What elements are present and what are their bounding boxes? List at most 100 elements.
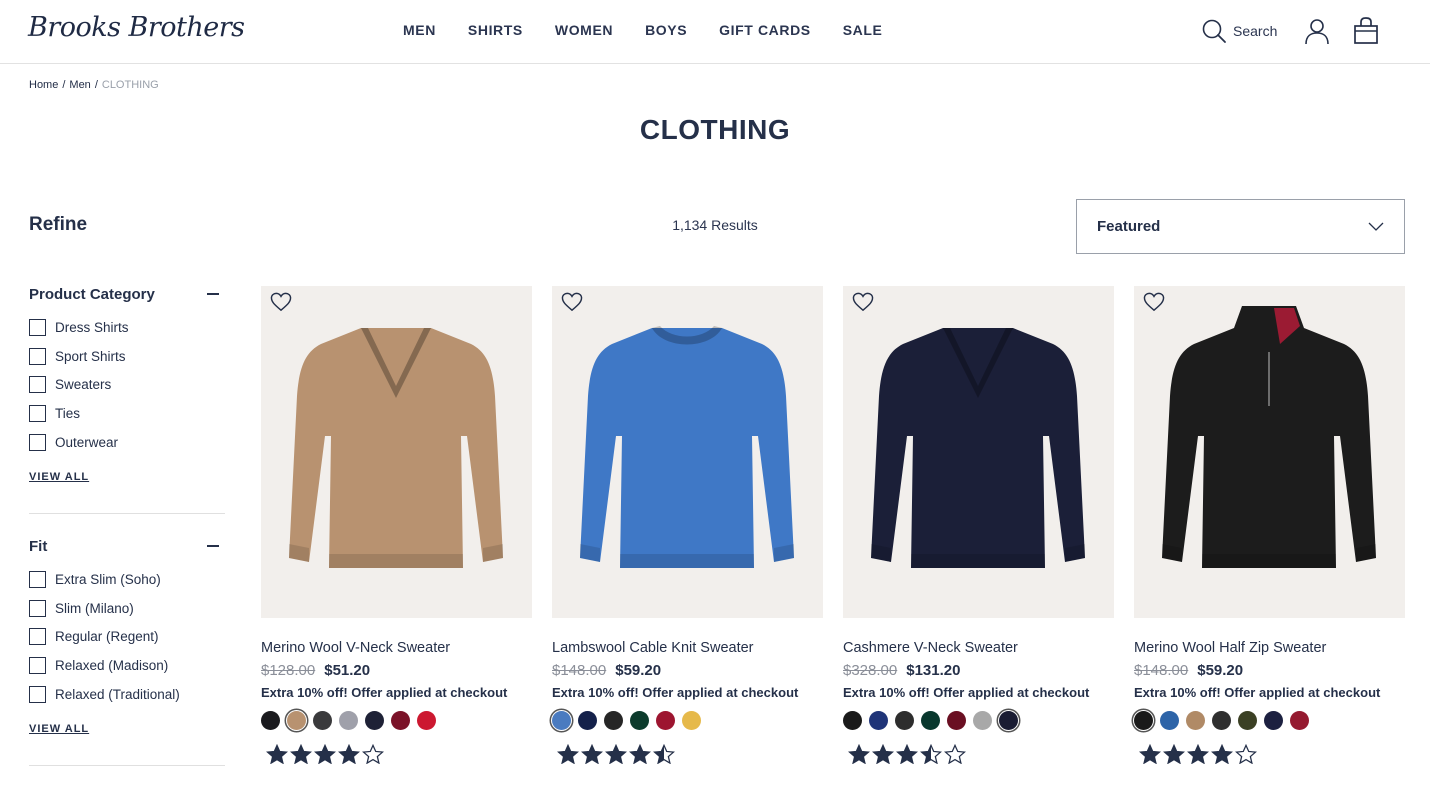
color-swatch[interactable] [578, 711, 597, 730]
filter-option-relaxed-madison[interactable]: Relaxed (Madison) [29, 651, 225, 680]
checkbox[interactable] [29, 657, 46, 675]
color-swatch[interactable] [1186, 711, 1205, 730]
color-swatch[interactable] [947, 711, 966, 730]
heart-icon [270, 292, 292, 312]
color-swatch[interactable] [656, 711, 675, 730]
filter-toggle-product-category[interactable]: Product Category [29, 285, 225, 303]
checkbox[interactable] [29, 570, 46, 588]
color-swatch[interactable] [1160, 711, 1179, 730]
product-image-container[interactable] [843, 286, 1114, 618]
sale-price: $59.20 [615, 662, 662, 679]
promo-text: Extra 10% off! Offer applied at checkout [1134, 685, 1381, 700]
product-image [871, 328, 1085, 568]
account-button[interactable] [1304, 18, 1330, 50]
color-swatch[interactable] [895, 711, 914, 730]
nav-sale[interactable]: SALE [843, 22, 883, 38]
filter-option-ties[interactable]: Ties [29, 399, 225, 428]
filter-option-relaxed-traditional[interactable]: Relaxed (Traditional) [29, 680, 225, 709]
color-swatches [843, 711, 1114, 730]
filter-option-label: Dress Shirts [55, 319, 129, 335]
breadcrumb-men[interactable]: Men [69, 79, 90, 91]
product-name[interactable]: Cashmere V-Neck Sweater [843, 640, 1114, 656]
breadcrumb-home[interactable]: Home [29, 79, 58, 91]
view-all-categories-link[interactable]: VIEW ALL [29, 471, 89, 483]
filter-option-label: Relaxed (Madison) [55, 658, 169, 674]
color-swatch[interactable] [552, 711, 571, 730]
color-swatch[interactable] [604, 711, 623, 730]
sale-price: $59.20 [1197, 662, 1244, 679]
nav-gift-cards[interactable]: GIFT CARDS [719, 22, 811, 38]
star-filled-icon [1163, 744, 1185, 764]
filter-option-label: Sport Shirts [55, 348, 126, 364]
wishlist-button[interactable] [561, 292, 583, 317]
shopping-bag-button[interactable] [1353, 17, 1379, 50]
color-swatch[interactable] [1264, 711, 1283, 730]
checkbox[interactable] [29, 628, 46, 646]
product-card[interactable]: Cashmere V-Neck Sweater $328.00 $131.20 Ext… [843, 286, 1114, 764]
color-swatch[interactable] [287, 711, 306, 730]
color-swatch[interactable] [339, 711, 358, 730]
nav-women[interactable]: WOMEN [555, 22, 613, 38]
checkbox[interactable] [29, 347, 46, 365]
filter-option-label: Sweaters [55, 377, 112, 393]
checkbox[interactable] [29, 434, 46, 452]
color-swatch[interactable] [1238, 711, 1257, 730]
color-swatch[interactable] [1290, 711, 1309, 730]
original-price: $148.00 [552, 662, 607, 679]
color-swatch[interactable] [1134, 711, 1153, 730]
color-swatch[interactable] [921, 711, 940, 730]
nav-shirts[interactable]: SHIRTS [468, 22, 523, 38]
checkbox[interactable] [29, 599, 46, 617]
color-swatch[interactable] [999, 711, 1018, 730]
color-swatch[interactable] [1212, 711, 1231, 730]
original-price: $328.00 [843, 662, 898, 679]
filter-toggle-fit[interactable]: Fit [29, 537, 225, 555]
product-card[interactable]: Lambswool Cable Knit Sweater $148.00 $59.2… [552, 286, 823, 764]
star-filled-icon [290, 744, 312, 764]
checkbox[interactable] [29, 318, 46, 336]
color-swatch[interactable] [365, 711, 384, 730]
color-swatch[interactable] [313, 711, 332, 730]
filter-option-slim[interactable]: Slim (Milano) [29, 594, 225, 623]
color-swatch[interactable] [417, 711, 436, 730]
divider [29, 765, 225, 766]
product-name[interactable]: Merino Wool V-Neck Sweater [261, 640, 532, 656]
sort-selected-value: Featured [1097, 218, 1161, 235]
filter-option-label: Relaxed (Traditional) [55, 687, 180, 703]
search-button[interactable]: Search [1201, 18, 1277, 44]
nav-men[interactable]: MEN [403, 22, 436, 38]
product-card[interactable]: Merino Wool Half Zip Sweater $148.00 $59.2… [1134, 286, 1405, 764]
color-swatch[interactable] [843, 711, 862, 730]
product-name[interactable]: Merino Wool Half Zip Sweater [1134, 640, 1405, 656]
filter-option-sport-shirts[interactable]: Sport Shirts [29, 342, 225, 371]
product-image-container[interactable] [552, 286, 823, 618]
product-name[interactable]: Lambswool Cable Knit Sweater [552, 640, 823, 656]
checkbox[interactable] [29, 686, 46, 704]
filter-option-extra-slim[interactable]: Extra Slim (Soho) [29, 565, 225, 594]
color-swatch[interactable] [869, 711, 888, 730]
filter-option-dress-shirts[interactable]: Dress Shirts [29, 313, 225, 342]
checkbox[interactable] [29, 405, 46, 423]
original-price: $148.00 [1134, 662, 1189, 679]
checkbox[interactable] [29, 376, 46, 394]
product-card[interactable]: Merino Wool V-Neck Sweater $128.00 $51.20 E… [261, 286, 532, 764]
sort-select[interactable]: Featured [1076, 199, 1405, 254]
color-swatch[interactable] [630, 711, 649, 730]
color-swatch[interactable] [973, 711, 992, 730]
wishlist-button[interactable] [852, 292, 874, 317]
color-swatches [552, 711, 823, 730]
product-image-container[interactable] [1134, 286, 1405, 618]
product-image-container[interactable] [261, 286, 532, 618]
wishlist-button[interactable] [270, 292, 292, 317]
wishlist-button[interactable] [1143, 292, 1165, 317]
filter-option-regular[interactable]: Regular (Regent) [29, 623, 225, 652]
filter-option-outerwear[interactable]: Outerwear [29, 428, 225, 457]
color-swatch[interactable] [391, 711, 410, 730]
filter-option-sweaters[interactable]: Sweaters [29, 371, 225, 400]
brand-logo[interactable]: Brooks Brothers [28, 12, 245, 43]
color-swatch[interactable] [682, 711, 701, 730]
nav-boys[interactable]: BOYS [645, 22, 687, 38]
color-swatch[interactable] [261, 711, 280, 730]
star-empty-icon [944, 744, 966, 764]
view-all-fits-link[interactable]: VIEW ALL [29, 723, 89, 735]
